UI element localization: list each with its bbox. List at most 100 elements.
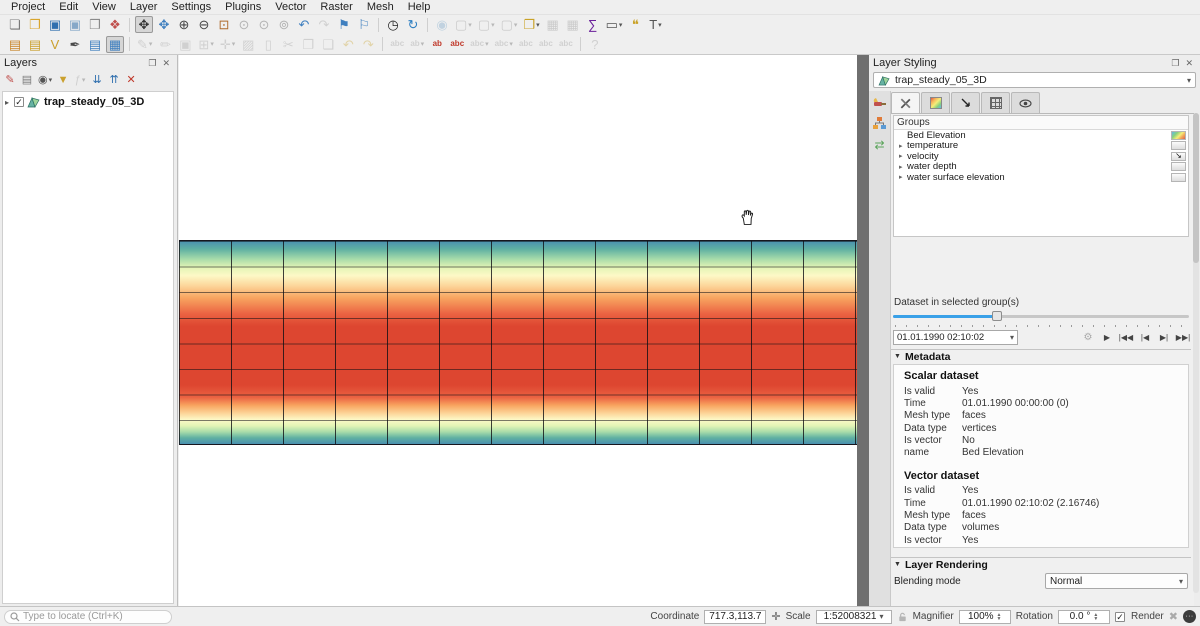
save-edits-icon[interactable]: ▣▾: [176, 36, 194, 53]
zoom-in-icon[interactable]: ⊕▾: [175, 16, 193, 33]
menu-item[interactable]: View: [85, 0, 123, 15]
new-spatialite-icon[interactable]: ✒▾: [66, 36, 84, 53]
tab-averaging[interactable]: [1011, 92, 1040, 113]
zoom-out-icon[interactable]: ⊖▾: [195, 16, 213, 33]
layer-visibility-checkbox[interactable]: ✓: [14, 97, 24, 107]
refresh-icon[interactable]: ↻▾: [404, 16, 422, 33]
show-bookmarks-icon[interactable]: ⚐▾: [355, 16, 373, 33]
pan-map-icon[interactable]: ✥▾: [135, 16, 153, 33]
add-feature-icon[interactable]: ⊞▾: [196, 36, 215, 53]
scrollbar-thumb[interactable]: [1193, 113, 1199, 263]
new-virtual-layer-icon[interactable]: ▤▾: [86, 36, 104, 53]
tab-symbology-settings[interactable]: [891, 92, 920, 114]
metadata-section-header[interactable]: ▼ Metadata: [891, 349, 1191, 363]
zoom-to-selection-icon[interactable]: ⊙▾: [235, 16, 253, 33]
locate-search-input[interactable]: Type to locate (Ctrl+K): [4, 610, 172, 624]
edit-label-icon[interactable]: abc▾: [557, 36, 575, 53]
scale-combo[interactable]: 1:52008321 ▾: [816, 610, 892, 624]
copy-style-icon[interactable]: ❐▾: [521, 16, 541, 33]
dataset-group-row[interactable]: ▸ velocity: [894, 151, 1188, 162]
copy-features-icon[interactable]: ❐▾: [299, 36, 317, 53]
panel-float-icon[interactable]: ❐: [145, 59, 159, 68]
zoom-native-icon[interactable]: ⊚▾: [275, 16, 293, 33]
layout-manager-icon[interactable]: ❒▾: [86, 16, 104, 33]
cut-features-icon[interactable]: ✂▾: [279, 36, 297, 53]
new-geopackage-icon[interactable]: ▤▾: [26, 36, 44, 53]
paste-features-icon[interactable]: ❑▾: [319, 36, 337, 53]
redo-icon[interactable]: ↷▾: [359, 36, 377, 53]
tab-mesh-rendering[interactable]: [981, 92, 1010, 113]
time-slider[interactable]: [893, 311, 1189, 321]
layer-rendering-section-header[interactable]: ▼ Layer Rendering: [891, 557, 1191, 571]
render-checkbox[interactable]: ✓ Render: [1115, 611, 1164, 622]
add-group-icon[interactable]: ▤▾: [19, 73, 35, 88]
spinner-arrows-icon[interactable]: ▲▼: [997, 613, 1002, 621]
dataset-toggle-button[interactable]: [1171, 141, 1186, 150]
branch-expand-icon[interactable]: ▸: [899, 173, 907, 181]
map-tips-icon[interactable]: ❝▾: [626, 16, 644, 33]
datasource-manager-icon[interactable]: ▤▾: [6, 36, 24, 53]
new-shapefile-icon[interactable]: V▾: [46, 36, 64, 53]
prev-frame-icon[interactable]: |◀: [1137, 331, 1153, 344]
dataset-group-row[interactable]: ▸ temperature: [894, 141, 1188, 152]
panel-float-icon[interactable]: ❐: [1168, 59, 1182, 68]
dataset-group-row[interactable]: Bed Elevation: [894, 130, 1188, 141]
select-features-icon[interactable]: ▢▾: [453, 16, 474, 33]
temporal-controller-icon[interactable]: ◷▾: [384, 16, 402, 33]
style-manager-icon[interactable]: ❖▾: [106, 16, 124, 33]
extents-tracking-icon[interactable]: ✛: [771, 610, 780, 623]
pan-to-selection-icon[interactable]: ✥▾: [155, 16, 173, 33]
pin-labels-icon[interactable]: ab▾: [408, 36, 426, 53]
delete-selected-icon[interactable]: ▯▾: [259, 36, 277, 53]
tab-vectors[interactable]: [951, 92, 980, 113]
remove-layer-icon[interactable]: ✕▾: [123, 73, 139, 88]
panel-close-icon[interactable]: ✕: [159, 59, 173, 68]
zoom-last-icon[interactable]: ↶▾: [295, 16, 313, 33]
help-icon[interactable]: ?▾: [586, 36, 604, 53]
statistics-icon[interactable]: ∑▾: [584, 16, 602, 33]
text-annotation-icon[interactable]: T▾: [646, 16, 664, 33]
menu-item[interactable]: Help: [401, 0, 438, 15]
next-frame-icon[interactable]: ▶|: [1156, 331, 1172, 344]
magnifier-input[interactable]: 100% ▲▼: [959, 610, 1011, 624]
toggle-editing-icon[interactable]: ✏▾: [156, 36, 174, 53]
dataset-toggle-button[interactable]: [1171, 162, 1186, 171]
zoom-to-layer-icon[interactable]: ⊙▾: [255, 16, 273, 33]
branch-expand-icon[interactable]: ▸: [899, 142, 907, 150]
show-hide-labels-icon[interactable]: abc▾: [537, 36, 555, 53]
branch-expand-icon[interactable]: ▸: [5, 98, 14, 107]
current-edits-icon[interactable]: ✎▾: [135, 36, 154, 53]
measure-icon[interactable]: ▭▾: [604, 16, 625, 33]
styling-layer-selector[interactable]: trap_steady_05_3D ▾: [873, 72, 1196, 88]
menu-item[interactable]: Vector: [268, 0, 313, 15]
dataset-group-row[interactable]: ▸ water depth: [894, 162, 1188, 173]
branch-expand-icon[interactable]: ▸: [899, 152, 907, 160]
datasets-tree-icon[interactable]: [872, 116, 887, 131]
map-canvas[interactable]: [179, 55, 857, 606]
expand-all-icon[interactable]: ⇊▾: [89, 73, 105, 88]
messages-icon[interactable]: ···: [1183, 610, 1196, 623]
time-combo[interactable]: 01.01.1990 02:10:02 ▾: [893, 330, 1018, 345]
select-by-form-icon[interactable]: ▢▾: [476, 16, 497, 33]
scalar-ramp-button[interactable]: [1171, 131, 1186, 140]
new-project-icon[interactable]: ❏▾: [6, 16, 24, 33]
layer-item-trap_steady_05_3D[interactable]: ▸ ✓ trap_steady_05_3D: [3, 94, 173, 110]
label-settings-icon[interactable]: abc▾: [388, 36, 406, 53]
identify-icon[interactable]: ◉▾: [433, 16, 451, 33]
save-project-as-icon[interactable]: ▣▾: [66, 16, 84, 33]
coordinate-input[interactable]: 717.3,113.7: [704, 610, 766, 624]
slider-handle[interactable]: [992, 311, 1002, 321]
open-styling-dock-icon[interactable]: ✎▾: [2, 73, 18, 88]
panel-splitter[interactable]: [857, 55, 869, 606]
collapse-all-icon[interactable]: ⇈▾: [106, 73, 122, 88]
time-settings-icon[interactable]: ⚙: [1080, 331, 1096, 344]
symbology-brush-icon[interactable]: [872, 94, 887, 109]
open-project-icon[interactable]: ❐▾: [26, 16, 44, 33]
crs-status-icon[interactable]: ✖: [1169, 610, 1178, 623]
map-themes-icon[interactable]: ◉▾: [36, 73, 54, 88]
dataset-group-row[interactable]: ▸ water surface elevation: [894, 172, 1188, 183]
new-bookmark-icon[interactable]: ⚑▾: [335, 16, 353, 33]
filter-legend-icon[interactable]: ▼▾: [55, 73, 71, 88]
first-frame-icon[interactable]: |◀◀: [1118, 331, 1134, 344]
last-frame-icon[interactable]: ▶▶|: [1175, 331, 1191, 344]
